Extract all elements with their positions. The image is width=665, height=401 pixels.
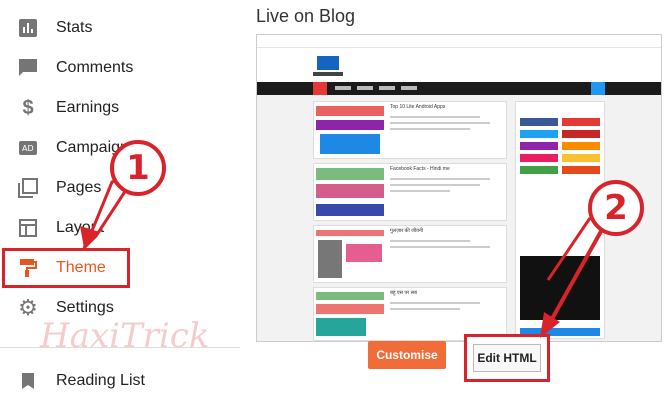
annotation-arrows <box>80 169 606 338</box>
step-2-badge: 2 <box>588 180 644 236</box>
step-1-badge: 1 <box>110 140 166 196</box>
